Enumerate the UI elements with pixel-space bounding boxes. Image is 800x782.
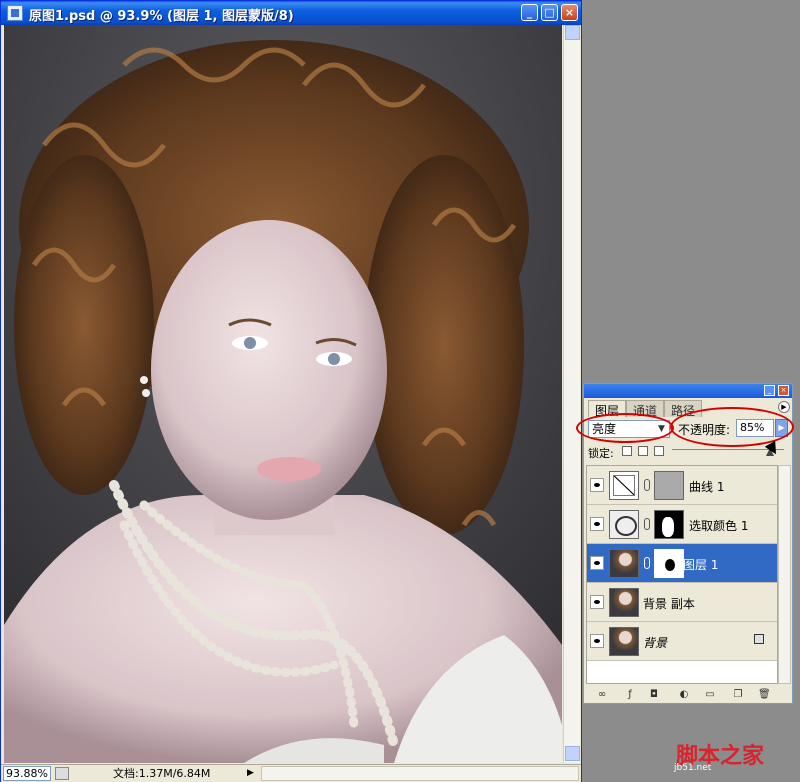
status-menu-arrow[interactable]: ▶ — [247, 767, 259, 780]
layer-thumbnail[interactable] — [609, 627, 639, 656]
layers-list-scrollbar[interactable] — [778, 465, 791, 684]
layer-row-curves[interactable]: 曲线 1 — [587, 466, 777, 505]
lock-image-icon[interactable] — [638, 446, 648, 456]
visibility-eye-icon[interactable] — [590, 478, 604, 492]
palette-title-bar[interactable]: _ × — [584, 384, 792, 398]
new-group-icon[interactable]: ▭ — [704, 689, 716, 701]
layer-name: 选取颜色 1 — [689, 519, 749, 533]
lock-icon — [754, 634, 764, 644]
layers-list: 曲线 1 选取颜色 1 图层 1 背景 副本 背景 — [586, 465, 778, 684]
layer-mask-thumbnail[interactable] — [654, 549, 684, 578]
link-chain-icon[interactable] — [644, 479, 650, 491]
visibility-eye-icon[interactable] — [590, 634, 604, 648]
layers-palette: _ × 图层 通道 路径 ▶ 亮度 ▼ 不透明度: 85% ▶ 锁定: 曲线 1… — [576, 383, 794, 704]
layer-thumbnail[interactable] — [609, 588, 639, 617]
scroll-down-arrow[interactable] — [565, 746, 580, 761]
curves-adjustment-icon — [609, 471, 639, 500]
photoshop-document-icon — [7, 5, 23, 21]
new-layer-icon[interactable]: ❐ — [732, 689, 744, 701]
canvas-horizontal-scrollbar[interactable] — [261, 766, 579, 781]
layer-row-selective-color[interactable]: 选取颜色 1 — [587, 505, 777, 544]
layer-mask-thumbnail[interactable] — [654, 471, 684, 500]
trash-icon[interactable]: 🗑 — [758, 689, 771, 701]
document-title: 原图1.psd @ 93.9% (图层 1, 图层蒙版/8) — [29, 9, 294, 24]
status-bar: 93.88% 文档:1.37M/6.84M ▶ — [1, 764, 581, 782]
layer-row-background[interactable]: 背景 — [587, 622, 777, 661]
maximize-button[interactable]: □ — [541, 4, 558, 21]
add-mask-icon[interactable]: ◘ — [648, 689, 660, 701]
desktop-background: 原图1.psd @ 93.9% (图层 1, 图层蒙版/8) _ □ × 93.… — [0, 0, 800, 782]
palette-footer-toolbar: ∞ ƒ ◘ ◐ ▭ ❐ 🗑 — [586, 687, 790, 703]
canvas-vertical-scrollbar[interactable] — [563, 25, 580, 763]
lock-transparent-icon[interactable] — [622, 446, 632, 456]
layer-name: 曲线 1 — [689, 480, 725, 494]
palette-minimize-button[interactable]: _ — [764, 385, 775, 396]
layer-thumbnail[interactable] — [609, 549, 639, 578]
close-button[interactable]: × — [561, 4, 578, 21]
visibility-eye-icon[interactable] — [590, 595, 604, 609]
lock-row: 锁定: — [586, 444, 792, 460]
layer-mask-thumbnail[interactable] — [654, 510, 684, 539]
scroll-up-arrow[interactable] — [565, 25, 580, 40]
portrait-photo — [4, 25, 562, 763]
visibility-eye-icon[interactable] — [590, 556, 604, 570]
layer-row-background-copy[interactable]: 背景 副本 — [587, 583, 777, 622]
document-window: 原图1.psd @ 93.9% (图层 1, 图层蒙版/8) _ □ × 93.… — [0, 0, 582, 782]
document-size-info: 文档:1.37M/6.84M — [113, 767, 211, 780]
image-canvas[interactable] — [4, 25, 562, 763]
palette-close-button[interactable]: × — [778, 385, 789, 396]
link-icon[interactable]: ∞ — [596, 689, 608, 701]
lock-label: 锁定: — [588, 447, 614, 460]
layer-name: 图层 1 — [683, 558, 719, 572]
zoom-level-field[interactable]: 93.88% — [3, 766, 51, 781]
selective-color-adjustment-icon — [609, 510, 639, 539]
lock-position-icon[interactable] — [654, 446, 664, 456]
document-title-bar[interactable]: 原图1.psd @ 93.9% (图层 1, 图层蒙版/8) _ □ × — [1, 1, 581, 25]
link-chain-icon[interactable] — [644, 518, 650, 530]
layer-name: 背景 副本 — [643, 597, 695, 611]
site-watermark: 脚本之家 jb51.net — [666, 738, 796, 778]
link-chain-icon[interactable] — [644, 557, 650, 569]
status-preview-icon[interactable] — [55, 767, 69, 780]
visibility-eye-icon[interactable] — [590, 517, 604, 531]
layer-style-icon[interactable]: ƒ — [624, 689, 636, 701]
layer-row-layer-1[interactable]: 图层 1 — [587, 544, 777, 583]
adjustment-layer-icon[interactable]: ◐ — [678, 689, 690, 701]
palette-menu-button[interactable]: ▶ — [778, 401, 790, 413]
layer-name: 背景 — [643, 636, 668, 650]
minimize-button[interactable]: _ — [521, 4, 538, 21]
watermark-url: jb51.net — [674, 763, 712, 773]
highlight-ellipse-blend-mode — [576, 413, 674, 443]
